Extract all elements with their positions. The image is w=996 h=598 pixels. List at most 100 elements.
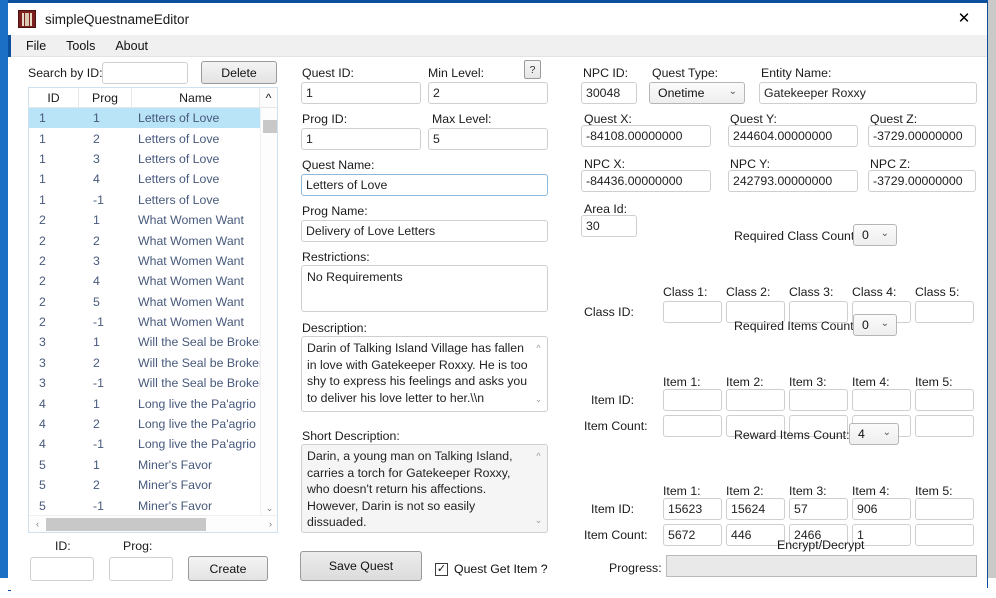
quest-x-input[interactable]: -84108.00000000 xyxy=(581,125,711,147)
delete-button[interactable]: Delete xyxy=(201,61,277,84)
quest-type-select[interactable]: Onetime ⌄ xyxy=(649,82,745,104)
description-scrollbar[interactable]: ^ ⌄ xyxy=(531,338,546,410)
table-row[interactable]: 1 3 Letters of Love xyxy=(29,149,277,169)
chevron-down-icon[interactable]: ⌄ xyxy=(883,427,891,438)
reward-item-count-input-5[interactable] xyxy=(915,524,974,546)
quest-get-item-checkbox[interactable]: ✓ Quest Get Item ? xyxy=(435,562,548,576)
required-item-id-input-1[interactable] xyxy=(663,389,722,411)
class-id-input-1[interactable] xyxy=(663,301,722,323)
list-vertical-scrollbar[interactable]: ⌄ xyxy=(260,108,277,517)
min-level-input[interactable]: 2 xyxy=(428,82,548,104)
required-item-id-input-5[interactable] xyxy=(915,389,974,411)
restrictions-input[interactable]: No Requirements xyxy=(301,265,548,312)
menu-item-tools[interactable]: Tools xyxy=(56,37,105,55)
table-row[interactable]: 3 1 Will the Seal be Broken? xyxy=(29,332,277,352)
reward-items-count-select[interactable]: 4 ⌄ xyxy=(849,423,899,445)
prog-id-input[interactable]: 1 xyxy=(301,128,421,150)
area-id-input[interactable]: 30 xyxy=(581,215,637,237)
chevron-left-icon[interactable]: ‹ xyxy=(29,519,46,529)
table-row[interactable]: 2 2 What Women Want xyxy=(29,230,277,250)
new-prog-input[interactable] xyxy=(109,557,173,581)
table-row[interactable]: 2 1 What Women Want xyxy=(29,210,277,230)
table-row[interactable]: 2 -1 What Women Want xyxy=(29,312,277,332)
chevron-up-icon[interactable]: ^ xyxy=(260,88,277,107)
column-header-id[interactable]: ID xyxy=(29,88,79,107)
chevron-down-icon[interactable]: ⌄ xyxy=(881,318,889,329)
table-row[interactable]: 2 5 What Women Want xyxy=(29,292,277,312)
npc-y-input[interactable]: 242793.00000000 xyxy=(728,170,858,192)
reward-item-id-input-4[interactable]: 906 xyxy=(852,498,911,520)
reward-item-id-input-5[interactable] xyxy=(915,498,974,520)
quest-z-input[interactable]: -3729.00000000 xyxy=(868,125,976,147)
required-items-count-select[interactable]: 0 ⌄ xyxy=(853,314,897,336)
required-item-id-input-4[interactable] xyxy=(852,389,911,411)
table-row[interactable]: 3 -1 Will the Seal be Broken? xyxy=(29,373,277,393)
table-row[interactable]: 4 1 Long live the Pa'agrio Lord! xyxy=(29,393,277,413)
table-row[interactable]: 4 -1 Long live the Pa'agrio Lord! xyxy=(29,434,277,454)
table-row[interactable]: 5 2 Miner's Favor xyxy=(29,475,277,495)
cell-id: 4 xyxy=(39,417,46,432)
chevron-down-icon[interactable]: ⌄ xyxy=(881,228,889,239)
required-item-id-input-2[interactable] xyxy=(726,389,785,411)
required-item-count-input-5[interactable] xyxy=(915,415,974,437)
npc-z-input[interactable]: -3729.00000000 xyxy=(868,170,976,192)
chevron-up-icon[interactable]: ^ xyxy=(536,448,540,465)
cell-name: Will the Seal be Broken? xyxy=(138,355,273,370)
horizontal-scroll-thumb[interactable] xyxy=(46,517,206,531)
cell-id: 5 xyxy=(39,457,46,472)
required-item-count-input-1[interactable] xyxy=(663,415,722,437)
column-header-prog[interactable]: Prog xyxy=(79,88,132,107)
help-icon[interactable]: ? xyxy=(524,60,541,79)
npc-x-input[interactable]: -84436.00000000 xyxy=(581,170,711,192)
create-button[interactable]: Create xyxy=(188,556,268,581)
menu-item-about[interactable]: About xyxy=(105,37,158,55)
list-horizontal-scrollbar[interactable]: ‹ › xyxy=(29,515,277,533)
vertical-scroll-thumb[interactable] xyxy=(263,120,277,133)
new-id-input[interactable] xyxy=(30,557,94,581)
cell-name: Will the Seal be Broken? xyxy=(138,376,273,391)
menu-item-file[interactable]: File xyxy=(16,37,56,55)
table-row[interactable]: 1 -1 Letters of Love xyxy=(29,190,277,210)
quest-list[interactable]: ID Prog Name ^ 1 1 Letters of Love 1 2 Letter… xyxy=(28,87,278,533)
table-row[interactable]: 2 3 What Women Want xyxy=(29,251,277,271)
table-row[interactable]: 2 4 What Women Want xyxy=(29,271,277,291)
close-icon[interactable]: ✕ xyxy=(941,3,987,33)
npc-id-input[interactable]: 30048 xyxy=(581,82,637,104)
table-row[interactable]: 5 -1 Miner's Favor xyxy=(29,495,277,515)
table-row[interactable]: 1 2 Letters of Love xyxy=(29,128,277,148)
chevron-right-icon[interactable]: › xyxy=(262,519,277,529)
reward-item-count-input-1[interactable]: 5672 xyxy=(663,524,722,546)
short-description-scrollbar[interactable]: ^ ⌄ xyxy=(531,446,546,531)
chevron-down-icon[interactable]: ⌄ xyxy=(729,86,737,97)
chevron-down-icon[interactable]: ⌄ xyxy=(535,512,543,529)
required-class-count-select[interactable]: 0 ⌄ xyxy=(853,224,897,246)
quest-name-input[interactable]: Letters of Love xyxy=(301,174,548,196)
reward-item-id-input-2[interactable]: 15624 xyxy=(726,498,785,520)
quest-y-input[interactable]: 244604.00000000 xyxy=(728,125,858,147)
list-header: ID Prog Name ^ xyxy=(29,88,277,108)
entity-name-input[interactable]: Gatekeeper Roxxy xyxy=(759,82,977,104)
search-input[interactable] xyxy=(102,62,188,84)
table-row[interactable]: 5 1 Miner's Favor xyxy=(29,455,277,475)
reward-item-id-input-1[interactable]: 15623 xyxy=(663,498,722,520)
description-input[interactable]: Darin of Talking Island Village has fall… xyxy=(301,336,548,412)
checkbox-checked-icon[interactable]: ✓ xyxy=(435,562,448,576)
table-row[interactable]: 1 4 Letters of Love xyxy=(29,169,277,189)
prog-name-input[interactable]: Delivery of Love Letters xyxy=(301,220,548,242)
table-row[interactable]: 1 1 Letters of Love xyxy=(29,108,277,129)
progress-label: Progress: xyxy=(609,561,662,575)
column-header-name[interactable]: Name xyxy=(132,88,260,107)
max-level-input[interactable]: 5 xyxy=(428,128,548,150)
class-id-input-5[interactable] xyxy=(915,301,974,323)
chevron-down-icon[interactable]: ⌄ xyxy=(535,391,543,408)
short-description-input[interactable]: Darin, a young man on Talking Island, ca… xyxy=(301,444,548,533)
required-item-id-input-3[interactable] xyxy=(789,389,848,411)
quest-id-input[interactable]: 1 xyxy=(301,82,421,104)
table-row[interactable]: 3 2 Will the Seal be Broken? xyxy=(29,353,277,373)
save-quest-button[interactable]: Save Quest xyxy=(300,551,422,581)
reward-item-id-input-3[interactable]: 57 xyxy=(789,498,848,520)
table-row[interactable]: 4 2 Long live the Pa'agrio Lord! xyxy=(29,414,277,434)
prog-name-label: Prog Name: xyxy=(302,204,368,218)
horizontal-scroll-track[interactable] xyxy=(46,516,262,533)
chevron-up-icon[interactable]: ^ xyxy=(536,340,540,357)
